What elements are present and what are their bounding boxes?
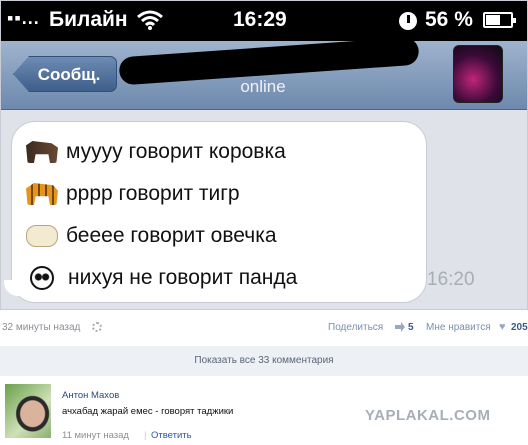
wifi-icon	[137, 10, 163, 30]
message-bubble: муууу говорит коровка рррр говорит тигр …	[4, 121, 427, 303]
likes-count: 205	[511, 322, 528, 333]
message-line: муууу говорит коровка	[26, 136, 286, 168]
message-line-text: муууу говорит коровка	[66, 140, 286, 163]
show-all-comments-button[interactable]: Показать все 33 комментария	[0, 346, 528, 376]
message-line-text: нихуя не говорит панда	[68, 266, 298, 289]
tiger-emoji-icon	[26, 183, 58, 205]
contact-avatar[interactable]	[453, 45, 503, 103]
share-button[interactable]: Поделиться	[328, 322, 383, 333]
reply-link[interactable]: Ответить	[151, 430, 192, 441]
message-timestamp: 16:20	[427, 269, 475, 290]
battery-percent: 56 %	[425, 8, 473, 31]
back-button[interactable]: Сообщ.	[13, 56, 117, 92]
battery-icon	[483, 12, 516, 28]
heart-icon[interactable]: ♥	[499, 322, 506, 333]
like-button[interactable]: Мне нравится	[426, 322, 491, 333]
alarm-clock-icon	[399, 12, 417, 30]
message-line-text: рррр говорит тигр	[66, 182, 240, 205]
post-time[interactable]: 32 минуты назад	[2, 322, 80, 333]
chat-header: Сообщ. online	[1, 36, 527, 110]
status-bar: ▪▪... Билайн 16:29 56 %	[1, 1, 527, 41]
share-icon[interactable]	[395, 322, 405, 332]
gear-icon[interactable]	[92, 322, 102, 332]
message-line: рррр говорит тигр	[26, 178, 240, 210]
sheep-emoji-icon	[26, 225, 58, 247]
panda-emoji-icon	[30, 266, 54, 290]
share-count: 5	[408, 322, 414, 333]
signal-icon: ▪▪...	[7, 8, 40, 28]
post-meta-bar: 32 минуты назад Поделиться 5 Мне нравитс…	[0, 318, 528, 340]
comment-text: ачхабад жарай емес - говорят таджики	[62, 406, 234, 417]
message-line-text: бееее говорит овечка	[66, 224, 277, 247]
chat-screenshot: ▪▪... Билайн 16:29 56 % Сообщ. online му…	[0, 0, 528, 310]
comment-author[interactable]: Антон Махов	[62, 390, 119, 401]
watermark-logo: YAPLAKAL.COM	[365, 407, 491, 424]
message-line: бееее говорит овечка	[26, 220, 277, 252]
carrier-name: Билайн	[49, 8, 128, 31]
avatar[interactable]	[5, 384, 51, 438]
comment-time[interactable]: 11 минут назад	[62, 430, 129, 441]
status-time: 16:29	[233, 8, 287, 31]
online-status: online	[240, 77, 286, 96]
message-line: нихуя не говорит панда	[26, 262, 297, 294]
cow-emoji-icon	[26, 141, 58, 163]
separator: |	[144, 430, 147, 441]
